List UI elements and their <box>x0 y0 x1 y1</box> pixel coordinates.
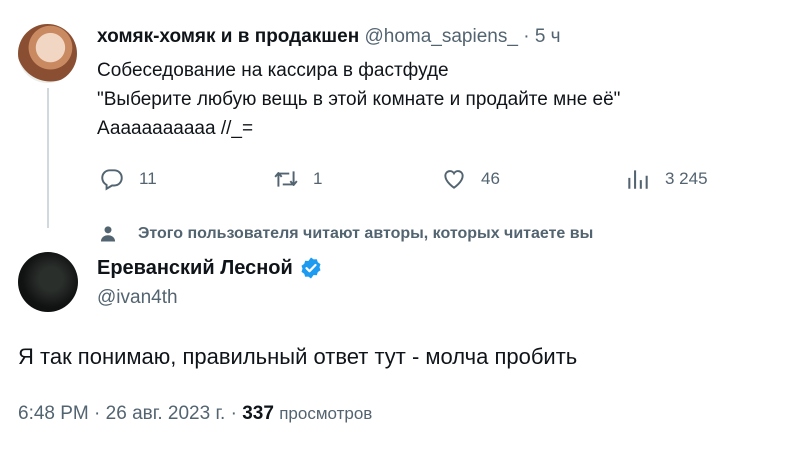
like-icon <box>444 170 464 189</box>
social-context-text: Этого пользователя читают авторы, которы… <box>138 225 594 242</box>
meta-separator: · <box>94 403 101 424</box>
tweet-line: Собеседование на кассира в фастфуде <box>97 60 449 81</box>
reply-count: 11 <box>139 169 157 188</box>
tweet-main-author: Ереванский Лесной <box>97 256 323 280</box>
tweet-actions: 11 1 46 3 245 <box>97 166 737 194</box>
author-handle[interactable]: @homa_sapiens_ <box>364 26 517 47</box>
views-count: 3 245 <box>665 169 708 188</box>
meta-separator: · <box>523 26 530 47</box>
author-name[interactable]: хомяк-хомяк и в продакшен <box>97 26 359 47</box>
tweet-main-text: Я так понимаю, правильный ответ тут - мо… <box>18 344 578 369</box>
verified-badge-icon[interactable] <box>299 256 323 280</box>
views-count: 337 <box>242 403 274 424</box>
tweet-date[interactable]: 26 авг. 2023 г. <box>106 403 226 424</box>
meta-separator: · <box>230 403 237 424</box>
tweet-line: Ааааааааааа //_= <box>97 118 254 139</box>
tweet-line: "Выберите любую вещь в этой комнате и пр… <box>97 89 621 110</box>
author-name[interactable]: Ереванский Лесной <box>97 257 293 280</box>
tweet-parent-text: Собеседование на кассира в фастфуде "Выб… <box>97 56 777 143</box>
reply-button[interactable]: 11 <box>99 166 157 192</box>
avatar-homa-sapiens[interactable] <box>18 24 77 83</box>
tweet-parent: хомяк-хомяк и в продакшен @homa_sapiens_… <box>97 24 777 143</box>
author-handle[interactable]: @ivan4th <box>97 287 178 309</box>
retweet-count: 1 <box>313 169 323 188</box>
retweet-icon <box>274 171 298 187</box>
like-button[interactable]: 46 <box>441 166 500 192</box>
reply-icon <box>101 169 123 191</box>
tweet-time[interactable]: 6:48 PM <box>18 403 89 424</box>
tweet-main-meta: 6:48 PM · 26 авг. 2023 г. · 337 просмотр… <box>18 403 372 425</box>
retweet-button[interactable]: 1 <box>273 166 322 192</box>
views-icon <box>628 170 648 189</box>
avatar-ivan4th[interactable] <box>18 252 78 312</box>
thread-connector-line <box>47 88 49 228</box>
person-icon <box>100 226 116 242</box>
like-count: 46 <box>481 169 500 188</box>
views-label: просмотров <box>279 404 373 423</box>
views-button[interactable]: 3 245 <box>625 166 708 192</box>
tweet-time[interactable]: 5 ч <box>535 26 561 47</box>
social-context-note: Этого пользователя читают авторы, которы… <box>98 224 593 244</box>
tweet-parent-header: хомяк-хомяк и в продакшен @homa_sapiens_… <box>97 24 777 50</box>
